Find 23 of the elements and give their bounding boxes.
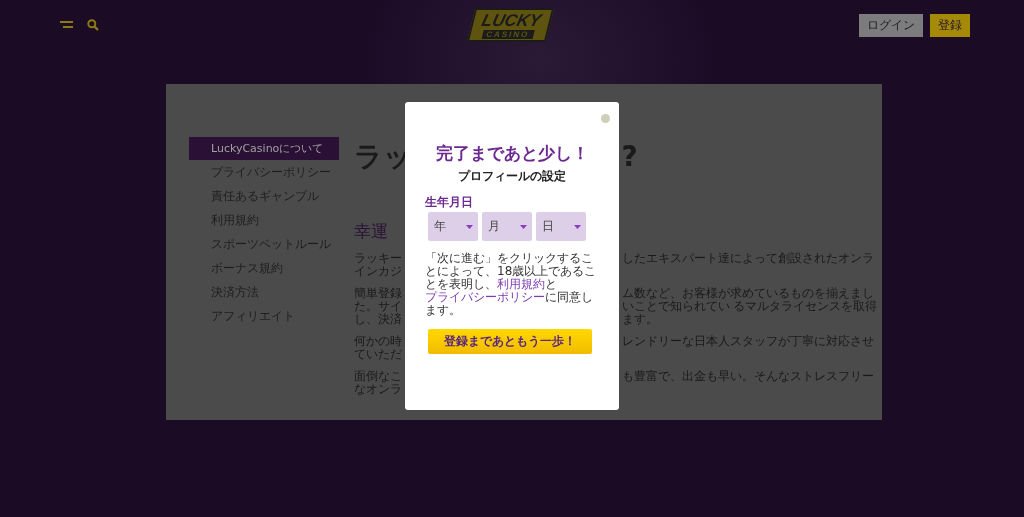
logo-subtext: CASINO bbox=[480, 30, 535, 39]
field-label: 生年月日 bbox=[425, 196, 474, 209]
dropdown[interactable]: 日 bbox=[536, 212, 586, 241]
login-button[interactable]: ログイン bbox=[859, 13, 923, 37]
section-heading: 幸運 bbox=[353, 220, 388, 243]
logo-text: LUCKY bbox=[479, 12, 543, 30]
logo[interactable]: LUCKY CASINO bbox=[466, 8, 554, 42]
search-icon[interactable] bbox=[87, 19, 99, 31]
sidebar-link[interactable]: LuckyCasinoについて bbox=[189, 137, 339, 160]
text-link[interactable]: 利用規約 bbox=[497, 277, 545, 291]
submit-button[interactable]: 登録まであともう一歩！ bbox=[428, 329, 592, 354]
modal-title: 完了まであと少し！ bbox=[434, 142, 590, 164]
modal-subtitle: プロフィールの設定 bbox=[457, 168, 567, 184]
text-link[interactable]: プライバシーポリシー bbox=[425, 290, 545, 304]
caret-icon bbox=[574, 224, 581, 229]
page-heading: ? bbox=[621, 139, 638, 175]
dropdown[interactable]: 年 bbox=[428, 212, 478, 241]
dropdown[interactable]: 月 bbox=[482, 212, 532, 241]
caret-icon bbox=[520, 224, 527, 229]
caret-icon bbox=[466, 224, 473, 229]
consent-text: 「次に進む」をクリックすることによって、18歳以上であることを表明し、利用規約 と プライバシーポリシーに同意します。 bbox=[425, 252, 598, 317]
register-button[interactable]: 登録 bbox=[930, 13, 970, 37]
menu-icon[interactable] bbox=[60, 21, 73, 29]
